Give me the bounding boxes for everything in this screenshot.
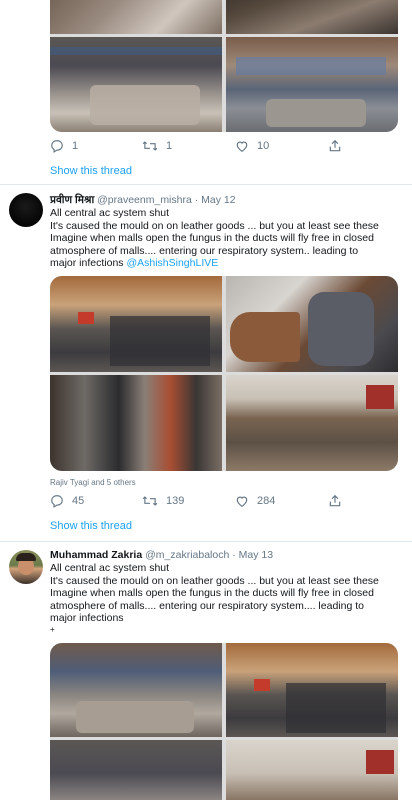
tweet-text-line: All central ac system shut [50,562,170,574]
tweet-text-line: It's caused the mould on on leather good… [50,574,379,587]
media-photo[interactable] [226,643,398,737]
tweet-text-line: atmosphere of malls.... entering our res… [50,244,359,257]
show-thread-link[interactable]: Show this thread [50,165,132,177]
tweet-1-actions: 1 1 10 [50,139,350,157]
tweet-text-line: + [50,624,55,634]
media-photo[interactable] [226,276,398,372]
timestamp[interactable]: May 13 [239,549,273,561]
share-icon [328,139,342,153]
timestamp[interactable]: May 12 [201,194,235,206]
tweet-text-line: major infections @AshishSinghLIVE [50,257,400,270]
retweet-icon [142,139,158,153]
share-button[interactable] [328,139,342,153]
tweet-text: All central ac system shut It's caused t… [50,207,400,270]
share-button[interactable] [328,494,342,508]
tweet-text: All central ac system shut It's caused t… [50,562,400,635]
like-icon [235,139,249,153]
media-photo[interactable] [226,0,398,34]
like-count: 284 [257,495,276,507]
tweet-2: प्रवीण मिश्रा @praveenm_mishra · May 12 … [0,185,412,541]
retweet-icon [142,494,158,508]
tweet-text-line: Imagine when malls open the fungus in th… [50,232,374,245]
separator: · [229,549,239,561]
display-name[interactable]: प्रवीण मिश्रा [50,194,94,206]
handle[interactable]: @praveenm_mishra [97,194,192,206]
like-count: 10 [257,140,270,152]
retweet-count: 1 [166,140,173,152]
avatar[interactable] [9,550,43,584]
media-photo[interactable] [226,740,398,800]
media-photo[interactable] [50,276,222,372]
tweet-2-actions: 45 139 284 [50,494,350,512]
tweet-text-line: atmosphere of malls.... entering our res… [50,599,364,612]
tweet-1-media-grid[interactable] [50,0,398,132]
reply-icon [50,494,64,508]
avatar[interactable] [9,193,43,227]
liked-by-text[interactable]: Rajiv Tyagi and 5 others [50,478,136,487]
tweet-text-line: All central ac system shut [50,207,170,219]
media-photo[interactable] [50,740,222,800]
media-photo[interactable] [50,643,222,737]
show-thread-link[interactable]: Show this thread [50,520,132,532]
tweet-text-line: It's caused the mould on on leather good… [50,219,379,232]
tweet-3: Muhammad Zakria @m_zakriabaloch · May 13… [0,542,412,800]
mention-link[interactable]: @AshishSinghLIVE [126,257,218,269]
tweet-text-line: Imagine when malls open the fungus in th… [50,587,374,600]
media-photo[interactable] [226,37,398,132]
reply-count: 45 [72,495,85,507]
tweet-3-media-grid[interactable] [50,643,398,800]
media-photo[interactable] [50,37,222,132]
tweet-header: Muhammad Zakria @m_zakriabaloch · May 13 [50,549,400,561]
like-icon [235,494,249,508]
reply-icon [50,139,64,153]
retweet-button[interactable]: 1 [142,139,172,153]
tweet-2-media-grid[interactable] [50,276,398,471]
reply-count: 1 [72,140,79,152]
tweet-text-segment: major infections [50,257,124,270]
reply-button[interactable]: 1 [50,139,78,153]
share-icon [328,494,342,508]
tweet-text-line: major infections [50,612,124,625]
tweet-1: 1 1 10 Show this thread [0,0,412,184]
retweet-button[interactable]: 139 [142,494,184,508]
separator: · [191,194,202,206]
media-photo[interactable] [226,375,398,471]
display-name[interactable]: Muhammad Zakria [50,549,142,561]
like-button[interactable]: 284 [235,494,275,508]
like-button[interactable]: 10 [235,139,269,153]
tweet-header: प्रवीण मिश्रा @praveenm_mishra · May 12 [50,193,400,207]
handle[interactable]: @m_zakriabaloch [145,549,229,561]
media-photo[interactable] [50,0,222,34]
reply-button[interactable]: 45 [50,494,84,508]
media-photo[interactable] [50,375,222,471]
retweet-count: 139 [166,495,185,507]
